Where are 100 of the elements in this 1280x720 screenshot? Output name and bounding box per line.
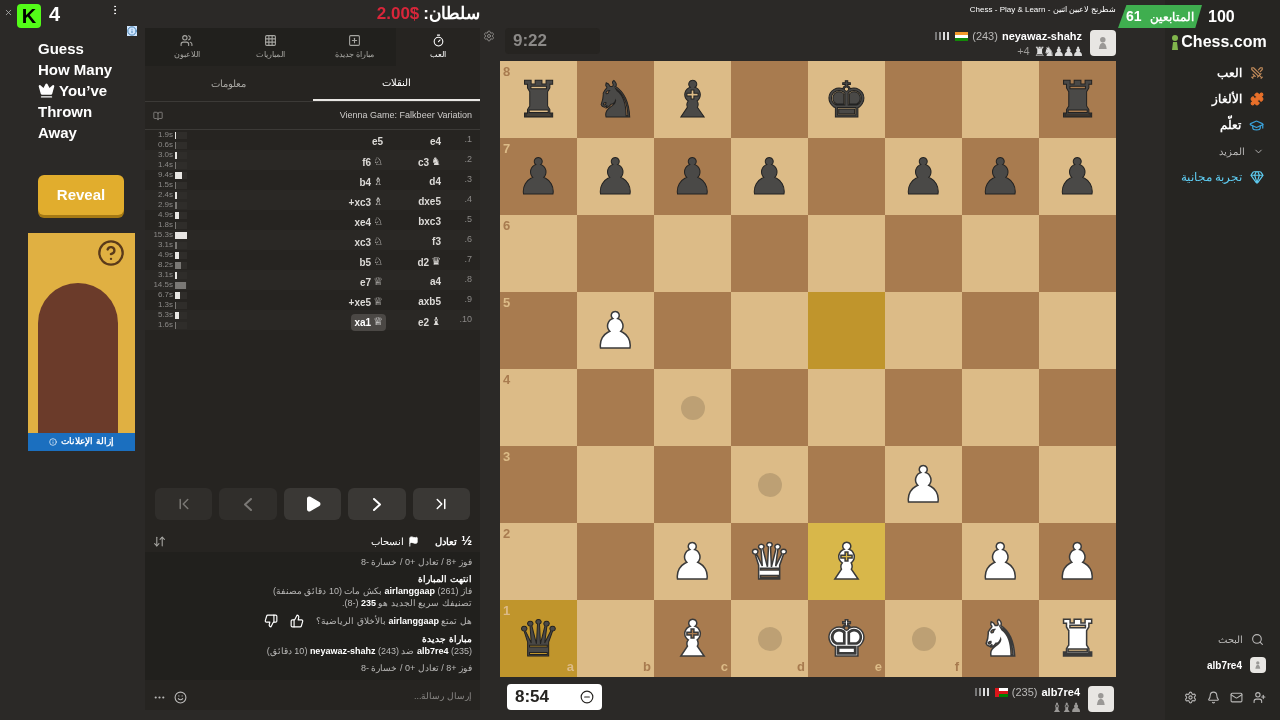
avatar-icon[interactable] <box>1090 29 1116 56</box>
first-move-button[interactable] <box>155 488 213 520</box>
chess-piece[interactable]: ♝ <box>670 74 715 125</box>
ad-info-icon[interactable] <box>127 26 137 36</box>
book-icon[interactable] <box>153 110 163 121</box>
board-square[interactable] <box>731 215 808 292</box>
board-square[interactable] <box>654 292 731 369</box>
move-notation[interactable]: ♛ d2 <box>414 254 444 271</box>
move-notation[interactable]: ♘ xc3 <box>351 234 386 251</box>
chess-piece[interactable]: ♟ <box>1055 151 1100 202</box>
chess-piece[interactable]: ♟ <box>1055 536 1100 587</box>
board-square[interactable] <box>962 215 1039 292</box>
chess-piece[interactable]: ♟ <box>593 151 638 202</box>
last-move-button[interactable] <box>412 488 471 520</box>
board-square[interactable] <box>962 446 1039 523</box>
thumbs-down-icon[interactable] <box>264 614 279 628</box>
board-square[interactable] <box>808 369 885 446</box>
board-square[interactable] <box>885 292 962 369</box>
board-square[interactable] <box>1039 292 1116 369</box>
panel-tab[interactable]: العب <box>396 28 480 66</box>
board-square[interactable] <box>731 369 808 446</box>
nav-link[interactable]: تجربة مجانية <box>1165 168 1264 186</box>
board-square[interactable] <box>577 369 654 446</box>
board-square[interactable] <box>654 369 731 446</box>
mail-icon[interactable] <box>1230 691 1243 704</box>
board-square[interactable]: ♟ <box>731 138 808 215</box>
board-square[interactable] <box>577 446 654 523</box>
avatar-icon[interactable] <box>1250 657 1266 673</box>
nav-link[interactable]: المزيد <box>1165 142 1264 160</box>
move-notation[interactable]: ♗ b4 <box>356 174 386 191</box>
board-square[interactable] <box>962 292 1039 369</box>
notifications-icon[interactable] <box>1207 691 1220 704</box>
move-notation[interactable]: ♘ xe4 <box>351 214 386 231</box>
board-square[interactable] <box>654 446 731 523</box>
chess-piece[interactable]: ♝ <box>670 613 715 664</box>
flip-board-icon[interactable] <box>153 534 166 548</box>
previous-move-button[interactable] <box>219 488 277 520</box>
board-square[interactable] <box>731 61 808 138</box>
board-square[interactable] <box>577 523 654 600</box>
moves-tab[interactable]: النقلات <box>312 66 480 101</box>
chess-piece[interactable]: ♟ <box>901 151 946 202</box>
board-square[interactable] <box>731 292 808 369</box>
board-square[interactable] <box>885 523 962 600</box>
move-notation[interactable]: ♗ xc3+ <box>345 194 386 211</box>
nav-link[interactable]: تعلّم <box>1165 116 1264 134</box>
player-name[interactable]: alb7re4 <box>1041 684 1080 701</box>
chess-piece[interactable]: ♚ <box>824 74 869 125</box>
panel-tab[interactable]: المباريات <box>228 28 313 66</box>
moves-tab[interactable]: معلومات <box>145 66 313 101</box>
avatar-icon[interactable] <box>1088 685 1114 712</box>
resign-button[interactable]: انسحاب <box>371 533 420 549</box>
board-square[interactable] <box>1039 369 1116 446</box>
chess-piece[interactable]: ♛ <box>516 613 561 664</box>
play-button[interactable] <box>283 488 342 520</box>
close-icon[interactable] <box>4 8 13 17</box>
board-square[interactable] <box>654 215 731 292</box>
remove-ads-button[interactable]: إزالة الإعلانات <box>28 433 135 451</box>
next-move-button[interactable] <box>348 488 406 520</box>
username[interactable]: alb7re4 <box>1206 657 1242 673</box>
panel-tab[interactable]: اللاعبون <box>145 28 229 66</box>
nav-link[interactable]: الألغاز <box>1165 90 1264 108</box>
move-notation[interactable]: ♘ f6 <box>359 154 386 171</box>
board-square[interactable] <box>1039 446 1116 523</box>
chess-piece[interactable]: ♞ <box>978 613 1023 664</box>
site-logo[interactable]: Chess.com <box>1181 30 1267 54</box>
thumbs-up-icon[interactable] <box>290 614 305 628</box>
settings-icon[interactable] <box>1184 691 1197 704</box>
board-square[interactable]: ♟ <box>1039 138 1116 215</box>
move-notation[interactable]: ♕ xe5+ <box>345 294 386 311</box>
opening-name[interactable]: Vienna Game: Falkbeer Variation <box>339 108 472 123</box>
board-square[interactable]: ♟ <box>885 138 962 215</box>
panel-tab[interactable]: مباراة جديدة <box>312 28 397 66</box>
move-notation[interactable]: ♝ e2 <box>415 314 444 331</box>
move-notation[interactable]: ♕ e7 <box>357 274 386 291</box>
board-square[interactable] <box>885 215 962 292</box>
board-square[interactable] <box>808 292 885 369</box>
board-square[interactable] <box>885 369 962 446</box>
settings-icon[interactable] <box>483 30 495 42</box>
board-square[interactable] <box>808 215 885 292</box>
emoji-icon[interactable] <box>174 690 187 704</box>
move-notation[interactable]: ♞ c3 <box>415 154 444 171</box>
chess-piece[interactable]: ♟ <box>747 151 792 202</box>
board-square[interactable]: ♟ <box>1039 523 1116 600</box>
player-name[interactable]: neyawaz-shahz <box>1001 28 1082 45</box>
move-notation[interactable]: ♕ xa1 <box>351 314 386 331</box>
board-square[interactable]: ♝ <box>654 61 731 138</box>
board-square[interactable] <box>1039 215 1116 292</box>
friends-icon[interactable] <box>1253 691 1266 704</box>
board-square[interactable]: ♚ <box>808 61 885 138</box>
message-input[interactable]: إرسال رسالة... <box>195 690 472 704</box>
board-square[interactable]: ♞ <box>962 600 1039 677</box>
move-notation[interactable]: ♘ b5 <box>356 254 386 271</box>
board-square[interactable] <box>808 138 885 215</box>
board-square[interactable] <box>577 215 654 292</box>
board-square[interactable]: ♟ <box>577 138 654 215</box>
board-square[interactable] <box>731 446 808 523</box>
nav-link[interactable]: العب <box>1165 64 1264 82</box>
board-square[interactable] <box>962 61 1039 138</box>
search-link[interactable]: البحث <box>1165 632 1272 647</box>
board-square[interactable] <box>808 446 885 523</box>
